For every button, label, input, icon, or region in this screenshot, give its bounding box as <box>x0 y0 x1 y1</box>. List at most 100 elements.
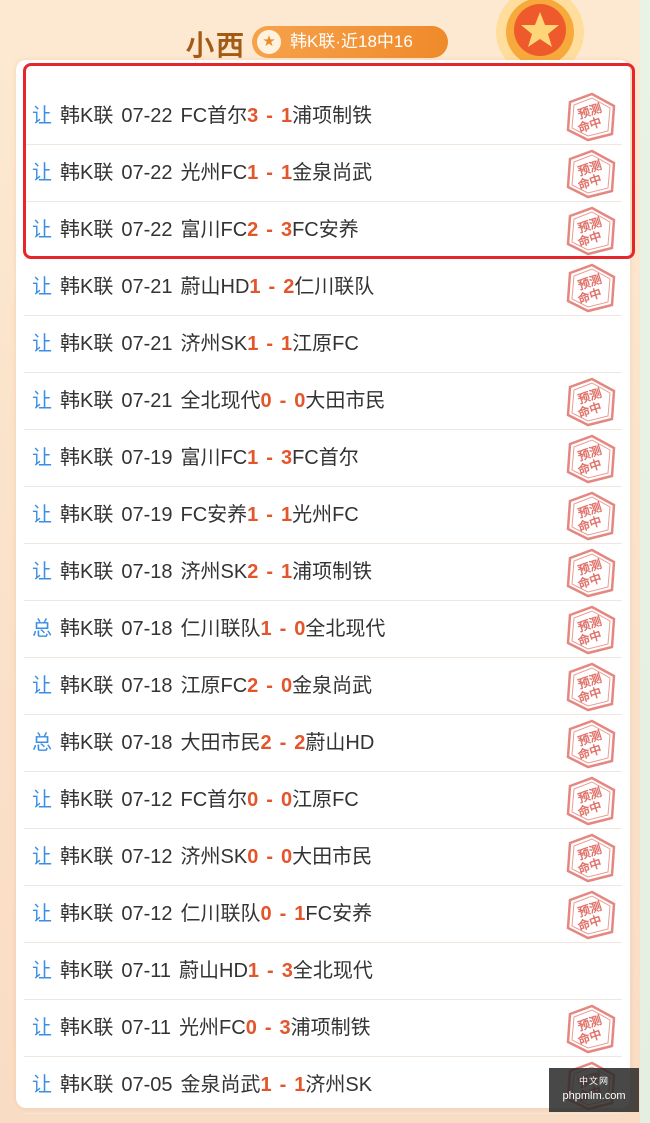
match-row[interactable]: 让韩K联 07-18 江原FC2-0金泉尚武 预测 命中 <box>24 658 622 715</box>
match-text: 让韩K联 07-22 光州FC1-1金泉尚武 <box>32 157 372 189</box>
match-date: 07-18 <box>121 561 173 583</box>
home-score: 1 <box>260 1074 272 1096</box>
score-dash: - <box>268 276 276 298</box>
bet-type: 让 <box>32 903 52 925</box>
league-name: 韩K联 <box>60 105 114 127</box>
score-dash: - <box>279 390 287 412</box>
match-row[interactable]: 总韩K联 07-18 仁川联队1-0全北现代 预测 命中 <box>24 601 622 658</box>
match-date: 07-18 <box>121 618 173 640</box>
bet-type: 让 <box>32 504 52 526</box>
score-dash: - <box>266 789 273 811</box>
match-date: 07-18 <box>121 675 173 697</box>
match-row[interactable]: 让韩K联 07-12 FC首尔0-0江原FC 预测 命中 <box>24 772 622 829</box>
match-row[interactable]: 让韩K联 07-11 光州FC0-3浦项制铁 预测 命中 <box>24 1000 622 1057</box>
score-dash: - <box>266 162 273 184</box>
match-row[interactable]: 让韩K联 07-12 仁川联队0-1FC安养 预测 命中 <box>24 886 622 943</box>
league-name: 韩K联 <box>60 333 114 355</box>
away-team: 济州SK <box>305 1074 373 1096</box>
league-name: 韩K联 <box>60 447 114 469</box>
score-dash: - <box>264 1017 272 1039</box>
match-date: 07-12 <box>121 789 173 811</box>
match-row[interactable]: 让韩K联 07-22 富川FC2-3FC安养 预测 命中 <box>24 202 622 259</box>
away-score: 2 <box>294 732 306 754</box>
home-score: 1 <box>247 960 260 982</box>
prediction-hit-stamp: 预测命中 <box>566 377 616 427</box>
record-badge: ★ 韩K联·近18中16 <box>252 26 448 58</box>
prediction-hit-stamp: 预测命中 <box>566 719 616 769</box>
bet-type: 让 <box>32 162 52 184</box>
home-team: 富川FC <box>180 219 248 241</box>
match-text: 让韩K联 07-11 光州FC0-3浦项制铁 <box>32 1012 371 1044</box>
match-row[interactable]: 让韩K联 07-19 FC安养1-1光州FC 预测 命中 <box>24 487 622 544</box>
league-name: 韩K联 <box>60 903 114 925</box>
home-score: 0 <box>245 1017 257 1039</box>
score-dash: - <box>266 219 273 241</box>
league-name: 韩K联 <box>60 219 114 241</box>
prediction-card: 让韩K联 07-22 FC首尔3-1浦项制铁 预测 命中让韩K联 07-22 光州FC1-1… <box>16 60 630 1114</box>
league-name: 韩K联 <box>60 1074 114 1096</box>
score-dash: - <box>266 504 273 526</box>
bet-type: 让 <box>32 105 52 127</box>
away-team: 金泉尚武 <box>292 675 373 697</box>
bet-type: 让 <box>32 960 52 982</box>
score-dash: - <box>266 561 273 583</box>
match-text: 让韩K联 07-18 江原FC2-0金泉尚武 <box>32 670 372 702</box>
match-date: 07-21 <box>121 390 173 412</box>
home-score: 2 <box>247 561 259 583</box>
match-list: 让韩K联 07-22 FC首尔3-1浦项制铁 预测 命中让韩K联 07-22 光州FC1-1… <box>16 88 630 1114</box>
away-team: 大田市民 <box>305 390 386 412</box>
prediction-hit-stamp: 预测命中 <box>566 662 616 712</box>
prediction-hit-stamp: 预测命中 <box>566 263 616 313</box>
away-team: 江原FC <box>292 333 359 355</box>
match-text: 让韩K联 07-18 济州SK2-1浦项制铁 <box>32 556 372 588</box>
match-row[interactable]: 总韩K联 07-18 大田市民2-2蔚山HD 预测 命中 <box>24 715 622 772</box>
match-row[interactable]: 让韩K联 07-21 济州SK1-1江原FC <box>24 316 622 373</box>
match-row[interactable]: 让韩K联 07-11 蔚山HD1-3全北现代 <box>24 943 622 1000</box>
home-team: 仁川联队 <box>180 618 261 640</box>
home-score: 1 <box>247 504 259 526</box>
match-date: 07-19 <box>121 504 173 526</box>
match-row[interactable]: 让韩K联 07-12 济州SK0-0大田市民 预测 命中 <box>24 829 622 886</box>
match-row[interactable]: 让韩K联 07-18 济州SK2-1浦项制铁 预测 命中 <box>24 544 622 601</box>
bet-type: 让 <box>32 846 52 868</box>
away-team: 浦项制铁 <box>292 105 373 127</box>
prediction-hit-stamp: 预测命中 <box>566 833 616 883</box>
league-name: 韩K联 <box>60 675 114 697</box>
match-date: 07-12 <box>121 903 173 925</box>
score-dash: - <box>279 732 287 754</box>
away-team: 蔚山HD <box>305 732 375 754</box>
league-name: 韩K联 <box>60 960 114 982</box>
score-dash: - <box>266 675 273 697</box>
away-team: 全北现代 <box>292 960 373 982</box>
match-row[interactable]: 让韩K联 07-19 富川FC1-3FC首尔 预测 命中 <box>24 430 622 487</box>
home-team: 光州FC <box>180 162 248 184</box>
away-team: 全北现代 <box>305 618 386 640</box>
away-score: 0 <box>294 618 306 640</box>
away-score: 0 <box>280 846 293 868</box>
home-team: 济州SK <box>180 333 248 355</box>
match-text: 让韩K联 07-05 金泉尚武1-1济州SK <box>32 1069 372 1101</box>
match-text: 让韩K联 07-12 仁川联队0-1FC安养 <box>32 898 372 930</box>
prediction-hit-stamp: 预测命中 <box>566 890 616 940</box>
away-score: 3 <box>280 219 293 241</box>
home-team: 仁川联队 <box>180 903 261 925</box>
match-date: 07-22 <box>121 162 173 184</box>
side-strip <box>640 0 650 1123</box>
bet-type: 让 <box>32 1017 52 1039</box>
away-score: 3 <box>280 447 293 469</box>
match-row[interactable]: 让韩K联 07-22 FC首尔3-1浦项制铁 预测 命中 <box>24 88 622 145</box>
match-row[interactable]: 让韩K联 07-21 蔚山HD1-2仁川联队 预测 命中 <box>24 259 622 316</box>
home-score: 2 <box>260 732 272 754</box>
away-score: 1 <box>280 162 293 184</box>
home-team: FC首尔 <box>180 105 248 127</box>
match-date: 07-21 <box>121 333 173 355</box>
prediction-hit-stamp: 预测命中 <box>566 1004 616 1054</box>
match-row[interactable]: 让韩K联07-05金泉尚武1-1济州SK预测命中 <box>24 1057 622 1114</box>
home-score: 2 <box>247 219 259 241</box>
league-name: 韩K联 <box>60 789 114 811</box>
bet-type: 让 <box>32 390 52 412</box>
match-row[interactable]: 让韩K联 07-21 全北现代0-0大田市民 预测 命中 <box>24 373 622 430</box>
away-score: 0 <box>294 390 306 412</box>
league-name: 韩K联 <box>60 846 114 868</box>
match-row[interactable]: 让韩K联 07-22 光州FC1-1金泉尚武 预测 命中 <box>24 145 622 202</box>
